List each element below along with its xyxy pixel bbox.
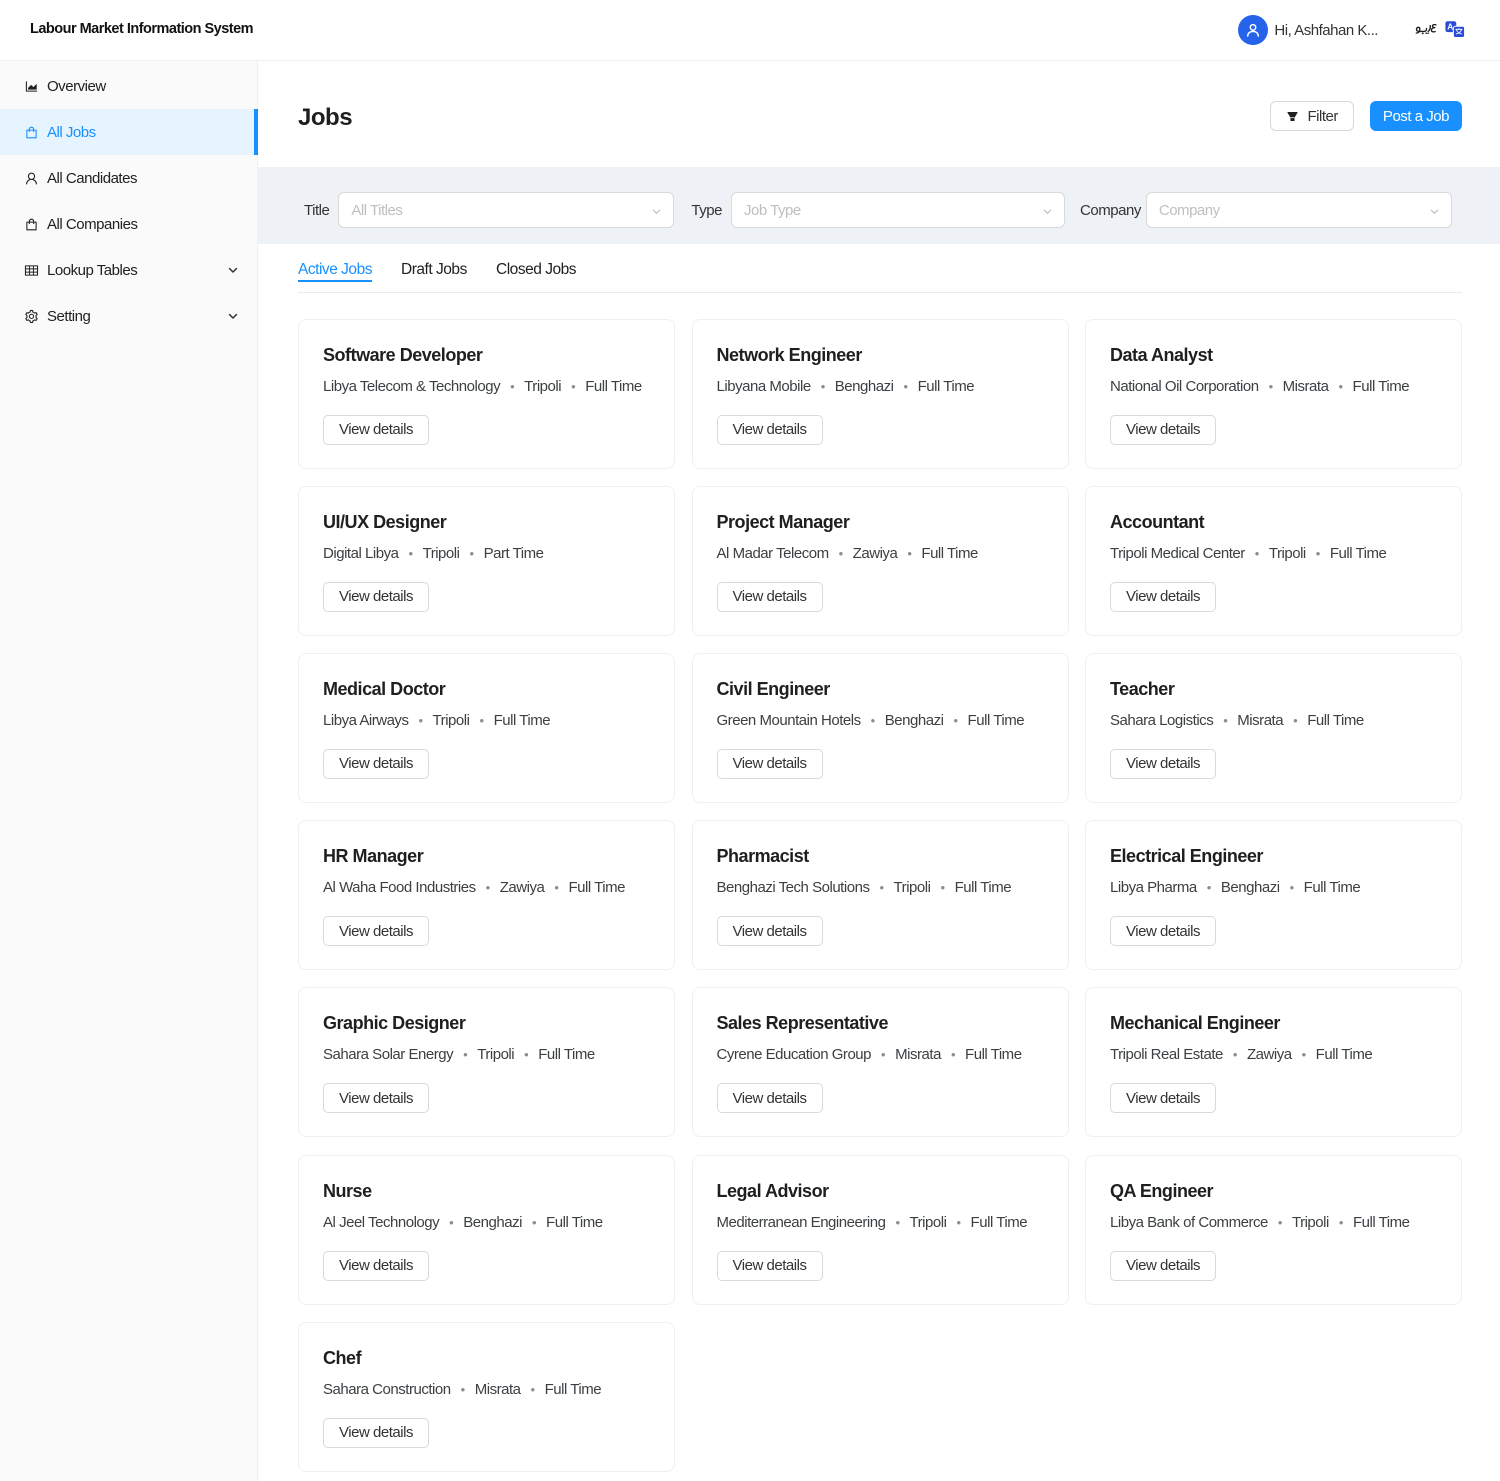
svg-text:A: A — [1447, 22, 1453, 32]
